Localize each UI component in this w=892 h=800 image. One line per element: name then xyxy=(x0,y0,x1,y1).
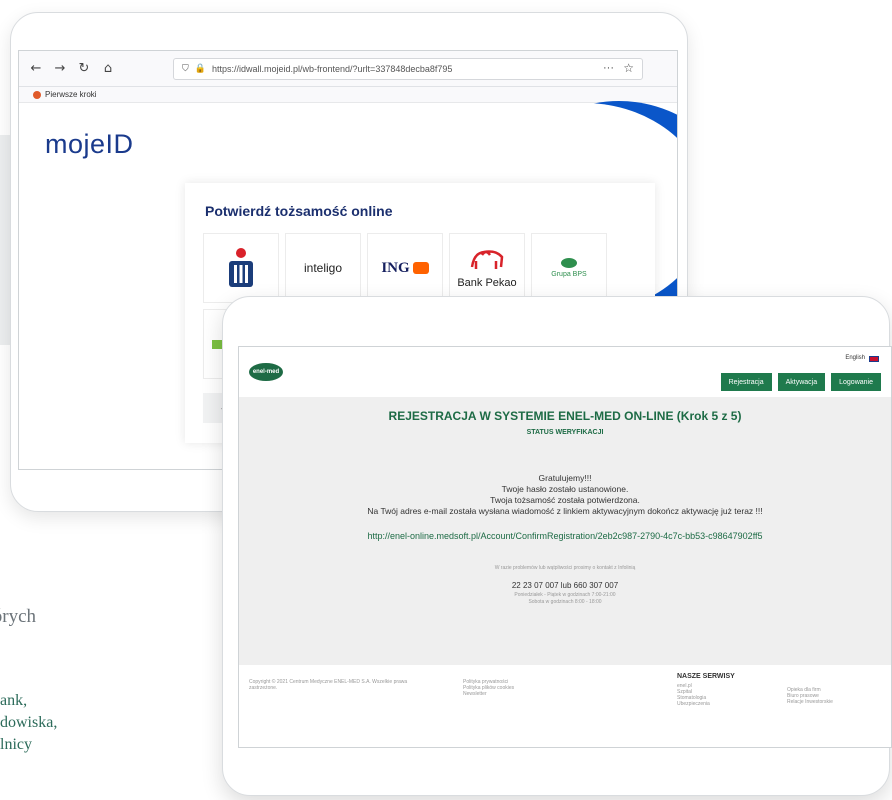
enelmed-footer: Copyright © 2021 Centrum Medyczne ENEL-M… xyxy=(239,665,891,747)
message-line-1: Gratulujemy!!! xyxy=(538,473,592,483)
bank-tile-inteligo[interactable]: inteligo xyxy=(285,233,361,303)
hotline-hours: Poniedziałek - Piątek w godzinach 7:00-2… xyxy=(239,592,891,606)
side-text-grey: których xyxy=(0,606,37,627)
side-text-green: ank, dowiska, lnicy xyxy=(0,690,57,756)
shield-icon: ⛉ xyxy=(182,63,189,73)
footer-link-newsletter[interactable]: Newsletter xyxy=(463,691,514,697)
bookmarks-bar: Pierwsze kroki xyxy=(19,87,677,103)
bank-tile-bps[interactable]: Grupa BPS xyxy=(531,233,607,303)
bank-tile-pko[interactable] xyxy=(203,233,279,303)
bookmark-star-icon[interactable]: ☆ xyxy=(623,61,634,75)
enelmed-nav: Rejestracja Aktywacja Logowanie xyxy=(720,373,881,391)
enelmed-content: REJESTRACJA W SYSTEMIE ENEL-MED ON-LINE … xyxy=(239,397,891,665)
footer-link-investors[interactable]: Relacje Inwestorskie xyxy=(787,699,833,705)
card-title: Potwierdź tożsamość online xyxy=(205,203,393,219)
confirmation-message: Gratulujemy!!! Twoje hasło zostało ustan… xyxy=(239,473,891,517)
firefox-icon xyxy=(33,90,41,99)
hotline-phone: 22 23 07 007 lub 660 307 007 xyxy=(511,581,619,590)
activation-link[interactable]: http://enel-online.medsoft.pl/Account/Co… xyxy=(239,531,891,541)
footer-copyright: Copyright © 2021 Centrum Medyczne ENEL-M… xyxy=(249,679,408,691)
more-icon[interactable]: ··· xyxy=(603,62,614,74)
enelmed-header: enel-med English Rejestracja Aktywacja L… xyxy=(239,347,891,397)
url-text: https://idwall.mojeid.pl/wb-frontend/?ur… xyxy=(211,63,453,74)
bank-tile-pekao[interactable]: Bank Pekao xyxy=(449,233,525,303)
nav-rejestracja-button[interactable]: Rejestracja xyxy=(720,373,772,391)
footer-other-links: Opieka dla firm Biuro prasowe Relacje In… xyxy=(787,687,833,705)
back-arrow-icon[interactable]: ← xyxy=(27,60,45,78)
ing-lion-icon xyxy=(412,262,429,274)
page-title: REJESTRACJA W SYSTEMIE ENEL-MED ON-LINE … xyxy=(388,409,742,423)
hours-saturday: Sobota w godzinach 8:00 - 18:00 xyxy=(528,599,602,605)
reload-icon[interactable]: ↻ xyxy=(75,60,93,78)
side-text-line-1: ank, xyxy=(0,692,28,709)
mojeid-logo: mojeID xyxy=(45,129,134,159)
browser-toolbar: ← → ↻ ⌂ ⛉ 🔒 https://idwall.mojeid.pl/wb-… xyxy=(19,51,677,87)
uk-flag-icon[interactable] xyxy=(869,356,879,362)
status-subtitle: STATUS WERYFIKACJI xyxy=(526,429,604,436)
bookmark-pierwsze-kroki[interactable]: Pierwsze kroki xyxy=(45,90,97,99)
services-heading: NASZE SERWISY xyxy=(677,673,735,680)
side-text-line-3: lnicy xyxy=(0,736,32,753)
stage: ← → ↻ ⌂ ⛉ 🔒 https://idwall.mojeid.pl/wb-… xyxy=(0,0,892,800)
footer-services: NASZE SERWISY enel.pl Szpital Stomatolog… xyxy=(677,673,735,707)
forward-arrow-icon[interactable]: → xyxy=(51,60,69,78)
service-link-ubezpieczenia[interactable]: Ubezpieczenia xyxy=(677,701,735,707)
home-icon[interactable]: ⌂ xyxy=(99,60,117,78)
nav-logowanie-button[interactable]: Logowanie xyxy=(831,373,881,391)
message-line-3: Twoja tożsamość została potwierdzona. xyxy=(490,495,640,505)
message-line-2: Twoje hasło zostało ustanowione. xyxy=(501,484,629,494)
address-bar[interactable]: ⛉ 🔒 https://idwall.mojeid.pl/wb-frontend… xyxy=(173,57,643,80)
footer-links: Polityka prywatności Polityka plików coo… xyxy=(463,679,514,697)
side-text-line-2: dowiska, xyxy=(0,714,58,731)
ing-label: ING xyxy=(381,259,410,276)
enelmed-logo[interactable]: enel-med xyxy=(249,363,283,381)
bps-label: Grupa BPS xyxy=(551,271,587,278)
help-text: W razie problemów lub wątpliwości prosim… xyxy=(494,565,636,571)
inteligo-label: inteligo xyxy=(303,261,343,275)
language-link[interactable]: English xyxy=(845,355,865,361)
bps-logo-icon xyxy=(561,258,577,268)
pekao-label: Bank Pekao xyxy=(457,277,517,289)
pko-logo-icon xyxy=(229,248,253,287)
hours-weekdays: Poniedziałek - Piątek w godzinach 7:00-2… xyxy=(514,592,616,598)
lock-icon: 🔒 xyxy=(194,63,206,73)
message-line-4: Na Twój adres e-mail została wysłana wia… xyxy=(367,506,763,516)
enelmed-screen: enel-med English Rejestracja Aktywacja L… xyxy=(238,346,892,748)
nav-aktywacja-button[interactable]: Aktywacja xyxy=(777,373,826,391)
bank-tile-ing[interactable]: ING xyxy=(367,233,443,303)
bank-grid: inteligo ING Bank Pekao Grupa BPS xyxy=(203,233,607,303)
pekao-bison-icon xyxy=(470,250,504,269)
